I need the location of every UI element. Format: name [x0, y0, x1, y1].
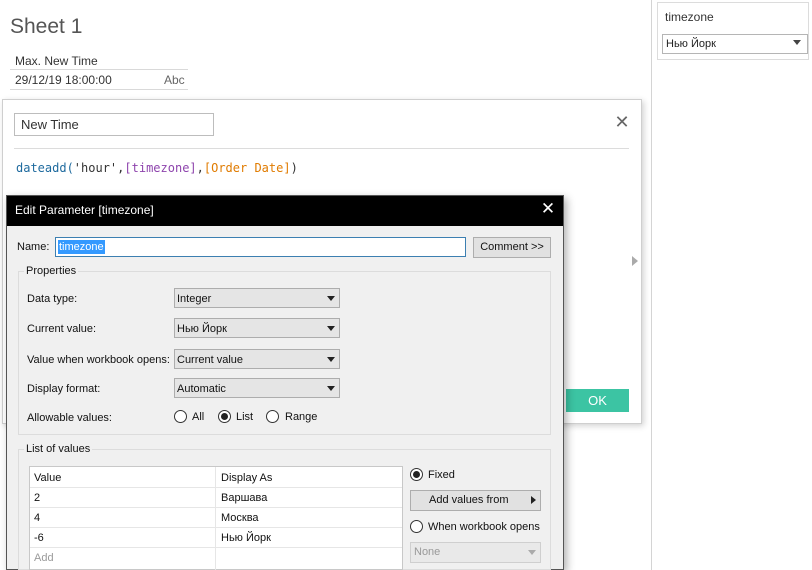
table-cell-display[interactable]: Нью Йорк	[221, 532, 271, 544]
formula-parameter-ref: [timezone]	[124, 161, 197, 175]
column-header-value[interactable]: Value	[34, 472, 61, 484]
radio-fixed[interactable]	[410, 468, 423, 481]
panel-divider	[651, 0, 652, 570]
column-header[interactable]: Max. New Time	[15, 54, 98, 68]
calc-editor-divider	[14, 148, 629, 149]
comment-button[interactable]: Comment >>	[473, 237, 551, 258]
chevron-down-icon[interactable]	[327, 386, 335, 391]
display-format-value: Automatic	[177, 383, 226, 395]
radio-when-workbook-opens[interactable]	[410, 520, 423, 533]
row-divider	[10, 89, 188, 90]
data-type-value: Integer	[177, 293, 212, 305]
formula-comma: ,	[196, 161, 204, 175]
name-label: Name:	[17, 241, 50, 253]
table-cell-value[interactable]: 4	[34, 512, 40, 524]
workbook-opens-value: Current value	[177, 354, 244, 366]
parameter-control-value: Нью Йорк	[666, 38, 716, 50]
add-values-from-button[interactable]: Add values from	[410, 490, 541, 511]
formula-editor[interactable]: dateadd('hour',[timezone],[Order Date])	[16, 161, 298, 175]
radio-fixed-label: Fixed	[428, 469, 455, 481]
allowable-values-label: Allowable values:	[27, 412, 112, 424]
row-divider	[30, 547, 402, 548]
close-icon[interactable]: ✕	[612, 112, 632, 132]
radio-when-workbook-opens-label: When workbook opens	[428, 521, 540, 533]
chevron-down-icon[interactable]	[327, 326, 335, 331]
display-format-label: Display format:	[27, 383, 101, 395]
chevron-down-icon[interactable]	[793, 40, 801, 45]
close-icon[interactable]: ✕	[538, 199, 558, 219]
table-cell-display[interactable]: Варшава	[221, 492, 267, 504]
list-of-values-title: List of values	[24, 443, 93, 455]
table-cell-value[interactable]: 2	[34, 492, 40, 504]
chevron-down-icon[interactable]	[528, 550, 536, 555]
formula-string-arg: 'hour'	[73, 161, 118, 175]
radio-range[interactable]	[266, 410, 279, 423]
radio-list[interactable]	[218, 410, 231, 423]
chevron-right-icon[interactable]	[531, 496, 536, 504]
chevron-down-icon[interactable]	[327, 296, 335, 301]
parameter-control-title: timezone	[665, 10, 714, 24]
current-value-label: Current value:	[27, 323, 97, 335]
radio-list-label: List	[236, 411, 254, 423]
source-select-value: None	[414, 546, 441, 558]
header-divider	[10, 69, 188, 70]
column-header-display-as[interactable]: Display As	[221, 472, 272, 484]
table-cell-value[interactable]: 29/12/19 18:00:00	[15, 73, 112, 87]
expand-arrow-icon[interactable]	[632, 256, 638, 266]
table-cell-placeholder: Abc	[164, 73, 185, 87]
table-cell-display[interactable]: Москва	[221, 512, 259, 524]
properties-group-title: Properties	[24, 265, 79, 277]
sheet-title: Sheet 1	[10, 15, 83, 38]
radio-all[interactable]	[174, 410, 187, 423]
parameter-name-input[interactable]	[55, 237, 466, 257]
chevron-down-icon[interactable]	[327, 357, 335, 362]
workbook-opens-label: Value when workbook opens:	[27, 354, 170, 366]
row-divider	[30, 487, 402, 488]
row-divider	[30, 507, 402, 508]
table-cell-value[interactable]: -6	[34, 532, 44, 544]
row-divider	[30, 527, 402, 528]
calculation-name-input[interactable]	[14, 113, 214, 136]
data-type-label: Data type:	[27, 293, 78, 305]
ok-button[interactable]: OK	[566, 389, 629, 412]
parameter-name-selected-text[interactable]: timezone	[58, 240, 105, 254]
radio-all-label: All	[192, 411, 205, 423]
column-divider	[215, 467, 216, 570]
current-value-value: Нью Йорк	[177, 323, 227, 335]
formula-function: dateadd(	[16, 161, 74, 175]
add-row-placeholder[interactable]: Add	[34, 552, 54, 564]
values-table	[29, 466, 403, 570]
formula-field-ref: [Order Date]	[203, 161, 291, 175]
radio-range-label: Range	[285, 411, 318, 423]
dialog-title: Edit Parameter [timezone]	[15, 203, 154, 217]
formula-close-paren: )	[290, 161, 298, 175]
